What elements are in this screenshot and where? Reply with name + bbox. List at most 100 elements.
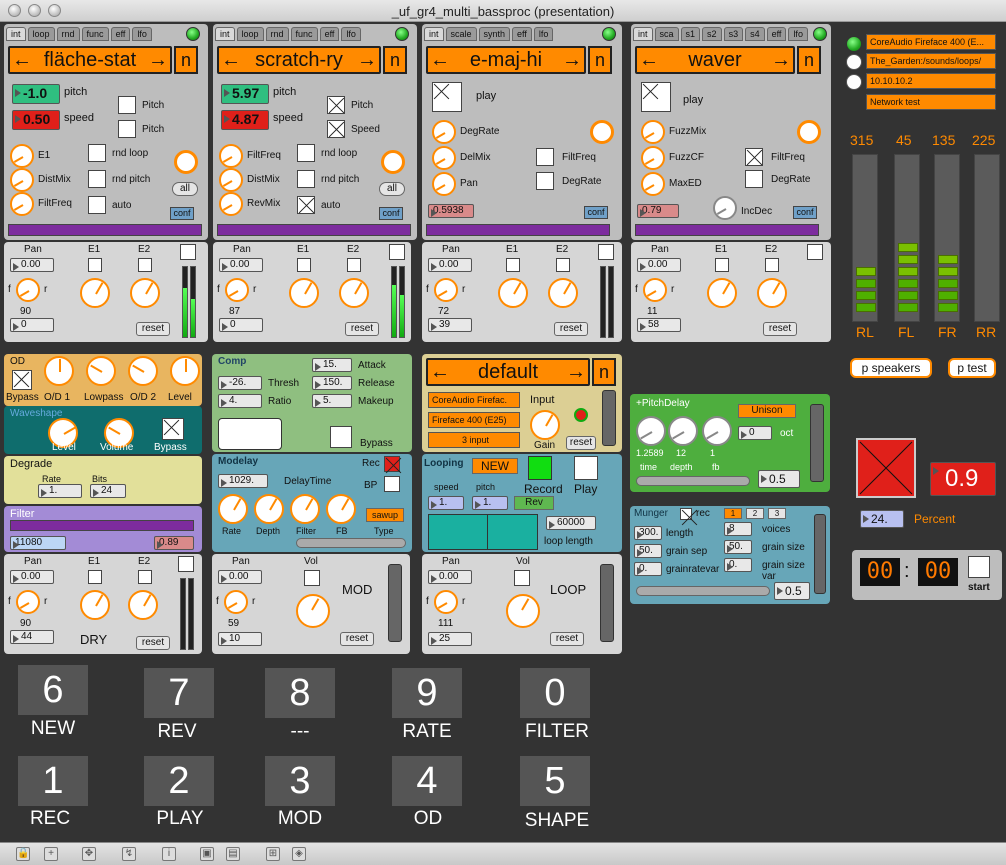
revmix-knob[interactable] [219,192,243,216]
ratio-value[interactable]: 4. [218,394,262,408]
filtfreq-knob[interactable] [10,192,34,216]
rnd-loop-toggle[interactable] [88,144,106,162]
tab-rnd[interactable]: rnd [56,27,80,41]
filtfreq-knob[interactable] [219,144,243,168]
dsp-status-led[interactable] [846,36,862,52]
tab-s1[interactable]: s1 [680,27,701,41]
delmix-knob[interactable] [432,146,456,170]
e1-knob[interactable] [80,278,110,308]
lock-icon[interactable]: 🔒 [16,847,30,861]
play-toggle[interactable] [432,82,462,112]
fb-knob[interactable] [702,416,732,446]
volume-value[interactable]: 0 [219,318,263,332]
grain-size-value[interactable]: 50. [724,540,752,554]
volume-knob[interactable] [296,594,330,628]
lowpass-knob[interactable] [86,356,116,386]
tab-loop[interactable]: loop [27,27,55,41]
filter-knob[interactable] [290,494,320,524]
key-9[interactable]: 9 [392,668,462,718]
speed-toggle[interactable] [327,120,345,138]
degrate-toggle[interactable] [536,172,554,190]
tab-loop[interactable]: loop [236,27,264,41]
input-device-menu[interactable]: CoreAudio Firefac. [428,392,520,408]
add-object-icon[interactable]: + [44,847,58,861]
delaytime-value[interactable]: 1029. [218,474,268,488]
pitch-toggle[interactable] [118,96,136,114]
munger-step-row[interactable] [636,586,770,596]
n-button[interactable]: n [588,46,612,74]
tab-eff[interactable]: eff [766,27,787,41]
loop-length-value[interactable]: 60000 [546,516,596,530]
munger-output-value[interactable]: 0.5 [774,582,810,600]
degrade-rate-value[interactable]: 1. [38,484,82,498]
loop-waveform[interactable] [428,514,538,550]
new-button[interactable]: NEW [472,458,518,474]
e1-toggle[interactable] [297,258,311,272]
trigger-button[interactable] [381,150,405,174]
tab-rnd[interactable]: rnd [265,27,289,41]
mod-level-slider[interactable] [388,564,402,642]
next-arrow-icon[interactable]: → [146,49,170,72]
time-knob[interactable] [636,416,666,446]
e2-toggle[interactable] [138,570,152,584]
position-bar[interactable] [8,224,202,236]
filter-q-value[interactable]: 0.89 [154,536,194,550]
rate-knob[interactable] [218,494,248,524]
pitch-toggle[interactable] [327,96,345,114]
e1-toggle[interactable] [88,258,102,272]
e2-knob[interactable] [548,278,578,308]
e2-toggle[interactable] [138,258,152,272]
e2-knob[interactable] [128,590,158,620]
active-led[interactable] [186,27,200,41]
key-7[interactable]: 7 [144,668,214,718]
preset-selector[interactable]: ← scratch-ry → [217,46,381,74]
vol-toggle[interactable] [304,570,320,586]
e1-knob[interactable] [289,278,319,308]
thresh-value[interactable]: -26. [218,376,262,390]
e1-toggle[interactable] [88,570,102,584]
fuzzmix-knob[interactable] [641,120,665,144]
snap-icon[interactable]: ◈ [292,847,306,861]
volume-value[interactable]: 25 [428,632,472,646]
n-button[interactable]: n [383,46,407,74]
record-toggle[interactable] [528,456,552,480]
prev-arrow-icon[interactable]: ← [219,49,243,72]
p-test-button[interactable]: p test [948,358,996,378]
pan-value[interactable]: 0.00 [218,570,262,584]
position-value[interactable]: 0.79 [637,204,679,218]
trigger-button[interactable] [590,120,614,144]
tab-lfo[interactable]: lfo [533,27,554,41]
volume-value[interactable]: 58 [637,318,681,332]
speed-value[interactable]: 1. [428,496,464,510]
network-test-field[interactable]: Network test [866,94,996,110]
mute-toggle[interactable] [178,556,194,572]
tab-eff[interactable]: eff [512,27,532,41]
pan-value[interactable]: 0.00 [637,258,681,272]
tab-s4[interactable]: s4 [745,27,765,41]
pitchdelay-step-row[interactable] [636,476,750,486]
start-toggle[interactable] [968,556,990,578]
key-3[interactable]: 3 [265,756,335,806]
pan-knob[interactable] [225,278,249,302]
tab-lfo[interactable]: lfo [132,27,152,41]
incdec-knob[interactable] [713,196,737,220]
all-button[interactable]: all [379,182,405,196]
next-arrow-icon[interactable]: → [564,361,588,384]
pan-knob[interactable] [434,590,458,614]
filter-freq-value[interactable]: 11080 [10,536,66,550]
active-led[interactable] [602,27,616,41]
e2-knob[interactable] [130,278,160,308]
fuzzcf-knob[interactable] [641,146,665,170]
key-8[interactable]: 8 [265,668,335,718]
speed-value[interactable]: 4.87 [221,110,269,130]
filter-slider[interactable] [10,520,194,531]
tab-synth[interactable]: synth [478,27,511,41]
position-bar[interactable] [426,224,610,236]
distmix-knob[interactable] [10,168,34,192]
n-button[interactable]: n [797,46,821,74]
lfo-step-row[interactable] [296,538,406,548]
pitch-value[interactable]: -1.0 [12,84,60,104]
preset-selector[interactable]: ← fläche-stat → [8,46,172,74]
grain-sep-value[interactable]: 50. [634,544,662,558]
type-menu[interactable]: sawup [366,508,404,522]
